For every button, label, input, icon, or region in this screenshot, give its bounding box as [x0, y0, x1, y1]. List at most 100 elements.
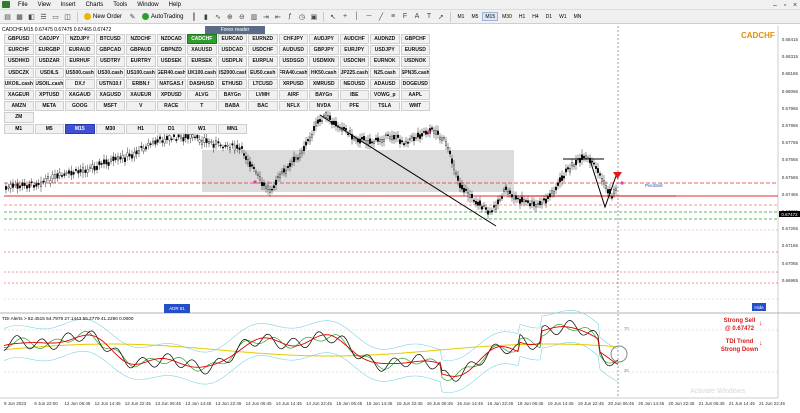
symbol-button[interactable]: BTCUSD — [95, 34, 125, 45]
symbol-button[interactable]: XRPUSD — [278, 78, 308, 89]
symbol-button[interactable]: NFLX — [278, 101, 308, 112]
symbol-button[interactable]: CADJPY — [34, 34, 64, 45]
symbol-button[interactable]: SPN35.cash — [400, 67, 430, 78]
panel-tf-button[interactable]: H1 — [126, 123, 156, 134]
symbol-button[interactable]: GER40.cash — [156, 67, 186, 78]
symbol-button[interactable]: USDTRY — [95, 56, 125, 67]
symbol-button[interactable]: AMZN — [4, 101, 34, 112]
symbol-button[interactable]: XAUEUR — [126, 89, 156, 101]
symbol-button[interactable]: GBPCAD — [95, 45, 125, 56]
symbol-button[interactable]: USDCNH — [339, 56, 369, 67]
symbol-button[interactable]: USDILS — [34, 67, 64, 78]
adr-button[interactable]: ADR 81 — [164, 304, 190, 313]
symbol-button[interactable]: HK50.cash — [309, 67, 339, 78]
symbol-button[interactable]: XAGAUD — [65, 89, 95, 101]
symbol-button[interactable]: GBPUSD — [4, 34, 34, 45]
symbol-button[interactable]: EURCHF — [4, 45, 34, 56]
symbol-button[interactable]: BAYGn — [309, 89, 339, 101]
symbol-button[interactable]: USDJPY — [370, 45, 400, 56]
symbol-button[interactable]: NATGAS.f — [156, 78, 186, 89]
symbol-button[interactable]: V — [126, 101, 156, 112]
symbol-button[interactable]: EURNZD — [248, 34, 278, 45]
symbol-button[interactable]: ETHUSD — [217, 78, 247, 89]
symbol-button[interactable]: DX.f — [65, 78, 95, 89]
symbol-button[interactable]: META — [34, 101, 64, 112]
symbol-button[interactable]: USDSGD — [278, 56, 308, 67]
symbol-button[interactable]: EURCAD — [217, 34, 247, 45]
symbol-button[interactable]: TSLA — [370, 101, 400, 112]
symbol-button[interactable]: AIRF — [278, 89, 308, 101]
symbol-button[interactable]: RACE — [156, 101, 186, 112]
symbol-button[interactable]: NZDCAD — [156, 34, 186, 45]
symbol-button[interactable]: USDCAD — [217, 45, 247, 56]
symbol-button[interactable]: AUDUSD — [278, 45, 308, 56]
symbol-button[interactable]: AUDNZD — [370, 34, 400, 45]
symbol-button[interactable]: XAUUSD — [187, 45, 217, 56]
panel-tf-button[interactable]: M1 — [4, 123, 34, 134]
symbol-button[interactable]: USOIL.cash — [34, 78, 64, 89]
symbol-button[interactable]: EU50.cash — [248, 67, 278, 78]
symbol-button[interactable]: EURPLN — [248, 56, 278, 67]
symbol-button[interactable]: AUDJPY — [309, 34, 339, 45]
symbol-button[interactable]: XPDUSD — [156, 89, 186, 101]
symbol-button[interactable]: XPTUSD — [34, 89, 64, 101]
symbol-button[interactable]: JP225.cash — [339, 67, 369, 78]
symbol-button[interactable]: EURTRY — [126, 56, 156, 67]
symbol-button[interactable]: ALVG — [187, 89, 217, 101]
symbol-button[interactable]: CHFJPY — [278, 34, 308, 45]
symbol-button[interactable]: VOWG_p — [370, 89, 400, 101]
panel-tf-button[interactable]: M30 — [95, 123, 125, 134]
symbol-button[interactable]: EURGBP — [34, 45, 64, 56]
symbol-button[interactable]: UK100.cash — [187, 67, 217, 78]
symbol-button[interactable]: NVDA — [309, 101, 339, 112]
panel-header[interactable]: Forex reader — [205, 26, 265, 34]
symbol-button[interactable]: USDPLN — [217, 56, 247, 67]
symbol-button[interactable]: USDCHF — [248, 45, 278, 56]
symbol-button[interactable]: XAGUSD — [95, 89, 125, 101]
symbol-button[interactable]: AUDCHF — [339, 34, 369, 45]
symbol-button[interactable]: UKOIL.cash — [4, 78, 34, 89]
symbol-button[interactable]: LVMH — [248, 89, 278, 101]
symbol-button[interactable]: WMT — [400, 101, 430, 112]
symbol-button[interactable]: US30.cash — [95, 67, 125, 78]
symbol-button[interactable]: ERBN.f — [126, 78, 156, 89]
panel-tf-button[interactable]: MN1 — [217, 123, 247, 134]
panel-tf-button[interactable]: M15 — [65, 123, 95, 134]
symbol-button[interactable]: NZDJPY — [65, 34, 95, 45]
symbol-button[interactable]: EURUSD — [400, 45, 430, 56]
symbol-button[interactable]: ADAUSD — [370, 78, 400, 89]
symbol-button[interactable]: XMRUSD — [309, 78, 339, 89]
symbol-button[interactable]: EURSEK — [187, 56, 217, 67]
panel-tf-button[interactable]: D1 — [156, 123, 186, 134]
symbol-button[interactable]: EURAUD — [65, 45, 95, 56]
symbol-button[interactable]: BAC — [248, 101, 278, 112]
symbol-button[interactable]: EURJPY — [339, 45, 369, 56]
symbol-button[interactable]: GBPNZD — [156, 45, 186, 56]
symbol-button[interactable]: GBPJPY — [309, 45, 339, 56]
symbol-button[interactable]: PFE — [339, 101, 369, 112]
symbol-button[interactable]: USTN10.f — [95, 78, 125, 89]
symbol-button[interactable]: AAPL — [400, 89, 430, 101]
symbol-button[interactable]: ZM — [4, 112, 34, 123]
symbol-button[interactable]: LTCUSD — [248, 78, 278, 89]
hide-button[interactable]: Hide — [752, 303, 766, 311]
symbol-button[interactable]: BABA — [217, 101, 247, 112]
symbol-button[interactable]: US100.cash — [126, 67, 156, 78]
symbol-button[interactable]: IBE — [339, 89, 369, 101]
symbol-button[interactable]: EURNOK — [370, 56, 400, 67]
symbol-button[interactable]: GBPAUD — [126, 45, 156, 56]
symbol-button[interactable]: DASHUSD — [187, 78, 217, 89]
symbol-button[interactable]: GBPCHF — [400, 34, 430, 45]
symbol-button[interactable]: MSFT — [95, 101, 125, 112]
symbol-button[interactable]: T — [187, 101, 217, 112]
symbol-button[interactable]: GOOG — [65, 101, 95, 112]
symbol-button[interactable]: NEOUSD — [339, 78, 369, 89]
symbol-button[interactable]: EURHUF — [65, 56, 95, 67]
symbol-button[interactable]: US2000.cash — [217, 67, 247, 78]
symbol-button[interactable]: BAYGn — [217, 89, 247, 101]
panel-tf-button[interactable]: M5 — [34, 123, 64, 134]
symbol-button[interactable]: XAGEUR — [4, 89, 34, 101]
symbol-button[interactable]: NZDCHF — [126, 34, 156, 45]
symbol-button[interactable]: USDMXN — [309, 56, 339, 67]
symbol-button[interactable]: US500.cash — [65, 67, 95, 78]
